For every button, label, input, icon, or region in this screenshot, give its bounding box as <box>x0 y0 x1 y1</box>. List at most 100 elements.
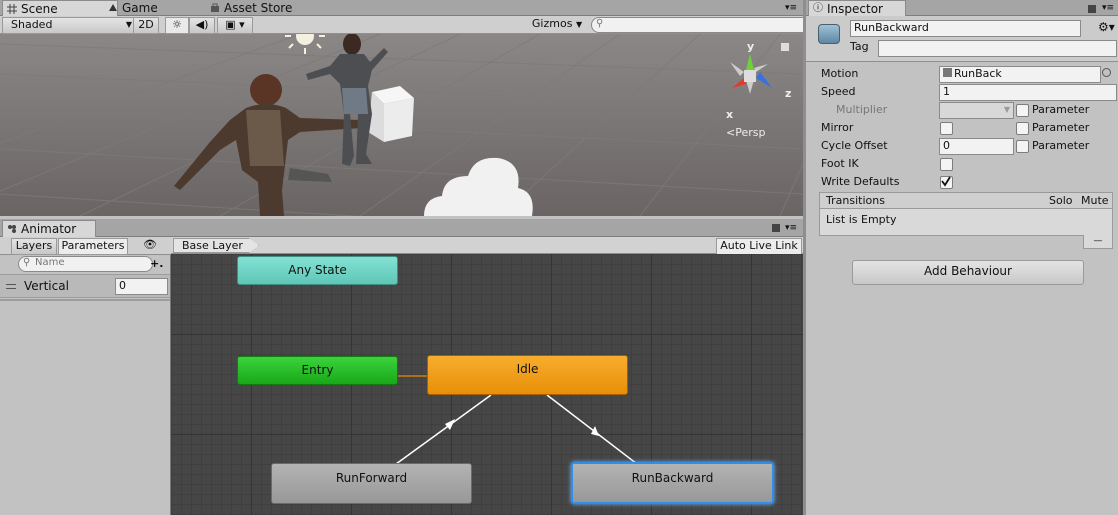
breadcrumb-label: Base Layer <box>182 239 243 252</box>
runforward-state-node[interactable]: RunForward <box>271 463 472 504</box>
character-female[interactable] <box>300 34 400 168</box>
parameter-name: Vertical <box>24 279 69 293</box>
gizmos-dropdown[interactable]: Gizmos ▼ <box>531 17 583 32</box>
multiplier-parameter-checkbox[interactable] <box>1016 104 1029 117</box>
gizmo-z-label: z <box>785 87 792 100</box>
state-name-field[interactable]: RunBackward <box>850 20 1081 37</box>
state-icon <box>818 24 840 44</box>
panel-menu-icon[interactable]: ▾≡ <box>785 3 799 13</box>
inspector-lock-icon[interactable] <box>1088 5 1096 13</box>
drag-handle-icon[interactable] <box>6 284 16 289</box>
inspector-body: RunBackward ⚙▾ Tag Motion RunBack Speed … <box>806 16 1118 515</box>
animator-lock-icon[interactable] <box>772 224 780 232</box>
transitions-header: Transitions Solo Mute <box>820 193 1112 209</box>
any-state-label: Any State <box>288 263 347 277</box>
tab-layers-label: Layers <box>15 239 53 252</box>
scene-viewport[interactable]: y z x <Persp <box>0 34 803 216</box>
mirror-parameter-checkbox[interactable] <box>1016 122 1029 135</box>
game-controller-icon <box>109 4 117 11</box>
mirror-parameter-label: Parameter <box>1032 121 1090 134</box>
idle-state-node[interactable]: Idle <box>427 355 628 395</box>
checkmark-icon <box>941 176 951 187</box>
runbackward-label: RunBackward <box>631 471 714 485</box>
transitions-header-label: Transitions <box>826 194 885 207</box>
tab-game-label: Game <box>122 1 158 15</box>
remove-transition-label: — <box>1093 236 1103 246</box>
tab-parameters[interactable]: Parameters <box>58 238 128 255</box>
search-icon: ⚲ <box>596 18 604 29</box>
lock-icon[interactable] <box>780 42 790 52</box>
runforward-label: RunForward <box>335 471 408 485</box>
gizmo-x-label: x <box>726 108 734 121</box>
gear-icon[interactable]: ⚙▾ <box>1098 20 1115 34</box>
object-picker-icon[interactable] <box>1102 68 1111 77</box>
projection-label: Persp <box>735 126 766 139</box>
any-state-node[interactable]: Any State <box>237 256 398 285</box>
cycle-offset-parameter-checkbox[interactable] <box>1016 140 1029 153</box>
gizmos-label: Gizmos <box>531 17 573 30</box>
tab-scene[interactable]: Scene <box>2 0 118 17</box>
animator-menu-icon[interactable]: ▾≡ <box>785 223 799 233</box>
write-defaults-label: Write Defaults <box>821 175 900 188</box>
add-parameter-button[interactable]: +. <box>150 257 163 271</box>
inspector-menu-icon[interactable]: ▾≡ <box>1102 3 1116 13</box>
inspector-tab-bar: ⓘ Inspector ▾≡ <box>806 0 1118 17</box>
toggle-2d-label: 2D <box>138 18 154 31</box>
tag-field[interactable] <box>878 40 1117 57</box>
projection-icon: < <box>726 126 736 139</box>
tab-inspector[interactable]: ⓘ Inspector <box>808 0 906 17</box>
idle-label: Idle <box>516 362 539 376</box>
motion-field[interactable]: RunBack <box>939 66 1101 83</box>
runbackward-state-node[interactable]: RunBackward <box>571 462 774 504</box>
projection-toggle[interactable]: <Persp <box>726 126 765 140</box>
animator-tab-bar: Animator ▾≡ <box>0 219 803 237</box>
scene-audio-toggle[interactable]: ◀) <box>189 17 215 34</box>
auto-live-link-toggle[interactable]: Auto Live Link <box>716 238 802 255</box>
sidebar-tab-strip: Layers Parameters 👁 <box>0 237 171 255</box>
store-bag-icon <box>211 3 219 12</box>
parameter-search-input[interactable]: ⚲ Name <box>18 256 153 272</box>
add-behaviour-button[interactable]: Add Behaviour <box>852 260 1084 285</box>
transitions-empty-text: List is Empty <box>826 213 897 226</box>
speed-field[interactable]: 1 <box>939 84 1117 101</box>
scene-search-input[interactable]: ⚲ <box>591 17 815 33</box>
remove-transition-button[interactable]: — <box>1083 235 1113 249</box>
tab-scene-label: Scene <box>21 2 58 16</box>
mute-column-label: Mute <box>1081 194 1109 207</box>
gizmo-y-label: y <box>747 40 755 53</box>
tab-asset-store[interactable]: Asset Store <box>206 0 334 16</box>
tab-layers[interactable]: Layers <box>11 238 57 255</box>
breadcrumb[interactable]: Base Layer <box>173 238 259 253</box>
parameter-value-field[interactable]: 0 <box>115 278 168 295</box>
scene-lighting-toggle[interactable]: ☼ <box>165 17 189 34</box>
animator-sidebar: Layers Parameters 👁 ⚲ Name +. Vertical 0 <box>0 237 171 515</box>
auto-live-link-label: Auto Live Link <box>720 239 798 252</box>
cycle-offset-field[interactable]: 0 <box>939 138 1014 155</box>
motion-label: Motion <box>821 67 859 80</box>
animation-clip-icon <box>943 68 952 77</box>
entry-node[interactable]: Entry <box>237 356 398 385</box>
tab-parameters-label: Parameters <box>61 239 125 252</box>
write-defaults-checkbox[interactable] <box>940 176 953 189</box>
speaker-icon: ◀) <box>195 18 209 31</box>
parameter-row[interactable]: Vertical 0 <box>0 274 170 298</box>
chevron-down-icon: ▼ <box>1003 105 1010 114</box>
shading-mode-dropdown[interactable]: Shaded ▼ <box>2 17 136 34</box>
tab-animator[interactable]: Animator <box>2 220 96 237</box>
graph-header: Base Layer Auto Live Link <box>171 237 803 255</box>
toggle-2d-button[interactable]: 2D <box>133 17 159 34</box>
camera-gizmo-icon <box>414 154 544 216</box>
animator-graph-canvas[interactable]: Any State Entry Idle RunForward RunBackw… <box>171 254 803 515</box>
eye-icon[interactable]: 👁 <box>143 239 161 251</box>
add-behaviour-label: Add Behaviour <box>924 264 1012 278</box>
tab-game[interactable]: Game <box>104 0 222 16</box>
scene-effects-dropdown[interactable]: ▣ ▾ <box>217 17 253 34</box>
foot-ik-checkbox[interactable] <box>940 158 953 171</box>
cycle-offset-label: Cycle Offset <box>821 139 888 152</box>
shading-mode-label: Shaded <box>11 18 53 31</box>
tab-inspector-label: Inspector <box>827 2 883 16</box>
scene-toolbar: Shaded ▼ 2D ☼ ◀) ▣ ▾ Gizmos ▼ ⚲ <box>0 16 815 34</box>
parameter-search-placeholder: Name <box>35 257 65 268</box>
grid-icon <box>7 4 17 14</box>
mirror-checkbox[interactable] <box>940 122 953 135</box>
